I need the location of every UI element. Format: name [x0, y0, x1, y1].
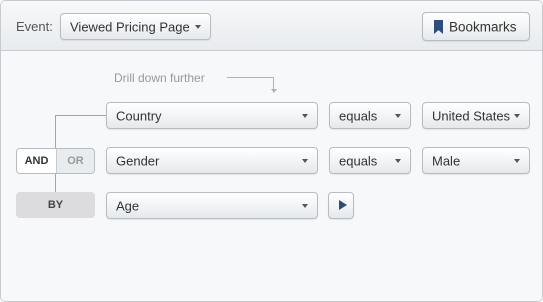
filter-property-value: Country: [116, 108, 162, 123]
filter-operator-select[interactable]: equals: [329, 147, 411, 174]
chevron-down-icon: [302, 203, 308, 208]
header-bar: Event: Viewed Pricing Page Bookmarks: [1, 1, 542, 51]
and-or-toggle[interactable]: AND OR: [16, 148, 95, 174]
filter-property-value: Gender: [116, 153, 160, 168]
filter-value-value: United States: [432, 108, 511, 123]
filter-value-select[interactable]: United States: [422, 102, 530, 129]
event-select[interactable]: Viewed Pricing Page: [60, 13, 211, 40]
filter-property-select[interactable]: Gender: [106, 147, 318, 174]
hint-arrow-icon: [271, 89, 277, 93]
chevron-down-icon: [514, 113, 520, 118]
hint-connector-line: [227, 77, 274, 90]
run-button[interactable]: [328, 192, 354, 219]
chevron-down-icon: [395, 158, 401, 163]
chevron-down-icon: [514, 158, 520, 163]
filter-operator-value: equals: [339, 153, 378, 168]
filter-operator-value: equals: [339, 108, 378, 123]
chevron-down-icon: [195, 24, 201, 29]
chevron-down-icon: [302, 113, 308, 118]
bookmarks-button[interactable]: Bookmarks: [422, 12, 530, 41]
filter-operator-select[interactable]: equals: [329, 102, 411, 129]
drilldown-hint: Drill down further: [114, 71, 205, 85]
filter-value-select[interactable]: Male: [422, 147, 530, 174]
breakdown-property-value: Age: [116, 198, 140, 213]
event-select-value: Viewed Pricing Page: [70, 19, 190, 34]
filter-value-value: Male: [432, 153, 461, 168]
filter-property-select[interactable]: Country: [106, 102, 318, 129]
breakdown-by-label: BY: [16, 192, 95, 218]
event-label: Event:: [16, 19, 53, 34]
breakdown-property-select[interactable]: Age: [106, 192, 318, 219]
and-option[interactable]: AND: [17, 149, 57, 173]
play-icon: [339, 200, 347, 210]
or-option[interactable]: OR: [57, 149, 94, 173]
segmentation-panel: Event: Viewed Pricing Page Bookmarks Dri…: [0, 0, 543, 302]
bookmarks-label: Bookmarks: [449, 19, 517, 34]
chevron-down-icon: [395, 113, 401, 118]
chevron-down-icon: [302, 158, 308, 163]
bookmark-icon: [434, 20, 443, 34]
